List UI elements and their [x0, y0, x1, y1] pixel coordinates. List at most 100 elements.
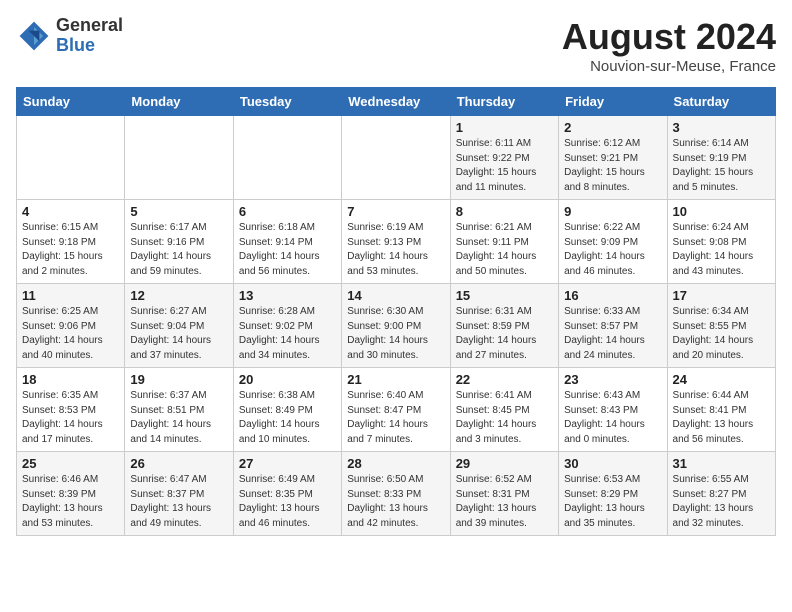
day-number: 25	[22, 456, 119, 471]
day-info: Sunrise: 6:27 AM Sunset: 9:04 PM Dayligh…	[130, 305, 227, 363]
day-info: Sunrise: 6:44 AM Sunset: 8:41 PM Dayligh…	[673, 389, 770, 447]
day-number: 24	[673, 372, 770, 387]
day-info: Sunrise: 6:22 AM Sunset: 9:09 PM Dayligh…	[564, 221, 661, 279]
day-number: 5	[130, 204, 227, 219]
calendar-cell: 5 Sunrise: 6:17 AM Sunset: 9:16 PM Daylig…	[125, 200, 233, 284]
calendar-cell: 4 Sunrise: 6:15 AM Sunset: 9:18 PM Daylig…	[17, 200, 125, 284]
logo-text: General Blue	[56, 16, 123, 56]
calendar-cell: 13 Sunrise: 6:28 AM Sunset: 9:02 PM Dayli…	[233, 284, 341, 368]
day-info: Sunrise: 6:14 AM Sunset: 9:19 PM Dayligh…	[673, 137, 770, 195]
calendar-cell: 23Sunrise: 6:43 AM Sunset: 8:43 PM Dayli…	[559, 368, 667, 452]
calendar-cell: 8Sunrise: 6:21 AM Sunset: 9:11 PM Daylig…	[450, 200, 558, 284]
logo-general: General	[56, 16, 123, 36]
day-header-wednesday: Wednesday	[342, 88, 450, 116]
day-number: 6	[239, 204, 336, 219]
day-info: Sunrise: 6:12 AM Sunset: 9:21 PM Dayligh…	[564, 137, 661, 195]
logo: General Blue	[16, 16, 123, 56]
calendar-cell: 25 Sunrise: 6:46 AM Sunset: 8:39 PM Dayli…	[17, 452, 125, 536]
week-row-1: 1 Sunrise: 6:11 AM Sunset: 9:22 PM Daylig…	[17, 116, 776, 200]
page-header: General Blue August 2024 Nouvion-sur-Meu…	[16, 16, 776, 75]
calendar-cell: 9 Sunrise: 6:22 AM Sunset: 9:09 PM Daylig…	[559, 200, 667, 284]
day-number: 14	[347, 288, 444, 303]
calendar-header: SundayMondayTuesdayWednesdayThursdayFrid…	[17, 88, 776, 116]
logo-icon	[16, 18, 52, 54]
calendar-cell: 11Sunrise: 6:25 AM Sunset: 9:06 PM Dayli…	[17, 284, 125, 368]
week-row-2: 4 Sunrise: 6:15 AM Sunset: 9:18 PM Daylig…	[17, 200, 776, 284]
calendar-cell	[125, 116, 233, 200]
day-info: Sunrise: 6:19 AM Sunset: 9:13 PM Dayligh…	[347, 221, 444, 279]
day-info: Sunrise: 6:11 AM Sunset: 9:22 PM Dayligh…	[456, 137, 553, 195]
calendar-cell: 16 Sunrise: 6:33 AM Sunset: 8:57 PM Dayli…	[559, 284, 667, 368]
calendar-cell: 19 Sunrise: 6:37 AM Sunset: 8:51 PM Dayli…	[125, 368, 233, 452]
day-info: Sunrise: 6:24 AM Sunset: 9:08 PM Dayligh…	[673, 221, 770, 279]
calendar-cell: 31 Sunrise: 6:55 AM Sunset: 8:27 PM Dayli…	[667, 452, 775, 536]
day-number: 15	[456, 288, 553, 303]
calendar-cell	[342, 116, 450, 200]
day-number: 16	[564, 288, 661, 303]
day-header-friday: Friday	[559, 88, 667, 116]
day-info: Sunrise: 6:30 AM Sunset: 9:00 PM Dayligh…	[347, 305, 444, 363]
calendar-cell: 6 Sunrise: 6:18 AM Sunset: 9:14 PM Daylig…	[233, 200, 341, 284]
day-number: 10	[673, 204, 770, 219]
day-info: Sunrise: 6:17 AM Sunset: 9:16 PM Dayligh…	[130, 221, 227, 279]
day-info: Sunrise: 6:18 AM Sunset: 9:14 PM Dayligh…	[239, 221, 336, 279]
calendar-cell: 3Sunrise: 6:14 AM Sunset: 9:19 PM Daylig…	[667, 116, 775, 200]
day-info: Sunrise: 6:35 AM Sunset: 8:53 PM Dayligh…	[22, 389, 119, 447]
day-info: Sunrise: 6:21 AM Sunset: 9:11 PM Dayligh…	[456, 221, 553, 279]
month-year: August 2024	[562, 16, 776, 58]
calendar-cell: 15Sunrise: 6:31 AM Sunset: 8:59 PM Dayli…	[450, 284, 558, 368]
day-number: 22	[456, 372, 553, 387]
day-header-monday: Monday	[125, 88, 233, 116]
day-info: Sunrise: 6:33 AM Sunset: 8:57 PM Dayligh…	[564, 305, 661, 363]
day-number: 26	[130, 456, 227, 471]
day-number: 1	[456, 120, 553, 135]
calendar-cell: 28Sunrise: 6:50 AM Sunset: 8:33 PM Dayli…	[342, 452, 450, 536]
day-info: Sunrise: 6:43 AM Sunset: 8:43 PM Dayligh…	[564, 389, 661, 447]
calendar-cell: 10 Sunrise: 6:24 AM Sunset: 9:08 PM Dayli…	[667, 200, 775, 284]
week-row-4: 18 Sunrise: 6:35 AM Sunset: 8:53 PM Dayli…	[17, 368, 776, 452]
day-info: Sunrise: 6:40 AM Sunset: 8:47 PM Dayligh…	[347, 389, 444, 447]
day-number: 31	[673, 456, 770, 471]
calendar-cell: 17Sunrise: 6:34 AM Sunset: 8:55 PM Dayli…	[667, 284, 775, 368]
calendar-cell: 22Sunrise: 6:41 AM Sunset: 8:45 PM Dayli…	[450, 368, 558, 452]
location: Nouvion-sur-Meuse, France	[562, 58, 776, 75]
day-number: 2	[564, 120, 661, 135]
calendar-cell: 7 Sunrise: 6:19 AM Sunset: 9:13 PM Daylig…	[342, 200, 450, 284]
day-info: Sunrise: 6:38 AM Sunset: 8:49 PM Dayligh…	[239, 389, 336, 447]
day-number: 12	[130, 288, 227, 303]
day-info: Sunrise: 6:15 AM Sunset: 9:18 PM Dayligh…	[22, 221, 119, 279]
day-info: Sunrise: 6:25 AM Sunset: 9:06 PM Dayligh…	[22, 305, 119, 363]
day-number: 29	[456, 456, 553, 471]
day-number: 27	[239, 456, 336, 471]
day-number: 7	[347, 204, 444, 219]
day-header-tuesday: Tuesday	[233, 88, 341, 116]
calendar-table: SundayMondayTuesdayWednesdayThursdayFrid…	[16, 87, 776, 536]
day-info: Sunrise: 6:52 AM Sunset: 8:31 PM Dayligh…	[456, 473, 553, 531]
day-info: Sunrise: 6:55 AM Sunset: 8:27 PM Dayligh…	[673, 473, 770, 531]
day-number: 13	[239, 288, 336, 303]
calendar-cell: 24 Sunrise: 6:44 AM Sunset: 8:41 PM Dayli…	[667, 368, 775, 452]
day-number: 18	[22, 372, 119, 387]
calendar-cell: 29 Sunrise: 6:52 AM Sunset: 8:31 PM Dayli…	[450, 452, 558, 536]
calendar-cell: 12 Sunrise: 6:27 AM Sunset: 9:04 PM Dayli…	[125, 284, 233, 368]
calendar-cell: 27Sunrise: 6:49 AM Sunset: 8:35 PM Dayli…	[233, 452, 341, 536]
day-number: 30	[564, 456, 661, 471]
calendar-cell: 21 Sunrise: 6:40 AM Sunset: 8:47 PM Dayli…	[342, 368, 450, 452]
calendar-body: 1 Sunrise: 6:11 AM Sunset: 9:22 PM Daylig…	[17, 116, 776, 536]
header-row: SundayMondayTuesdayWednesdayThursdayFrid…	[17, 88, 776, 116]
day-number: 19	[130, 372, 227, 387]
day-info: Sunrise: 6:37 AM Sunset: 8:51 PM Dayligh…	[130, 389, 227, 447]
day-number: 4	[22, 204, 119, 219]
week-row-3: 11Sunrise: 6:25 AM Sunset: 9:06 PM Dayli…	[17, 284, 776, 368]
calendar-cell	[233, 116, 341, 200]
day-number: 21	[347, 372, 444, 387]
day-number: 28	[347, 456, 444, 471]
calendar-cell: 2 Sunrise: 6:12 AM Sunset: 9:21 PM Daylig…	[559, 116, 667, 200]
day-number: 9	[564, 204, 661, 219]
calendar-cell: 18 Sunrise: 6:35 AM Sunset: 8:53 PM Dayli…	[17, 368, 125, 452]
calendar-cell: 1 Sunrise: 6:11 AM Sunset: 9:22 PM Daylig…	[450, 116, 558, 200]
day-info: Sunrise: 6:46 AM Sunset: 8:39 PM Dayligh…	[22, 473, 119, 531]
calendar-cell	[17, 116, 125, 200]
day-info: Sunrise: 6:28 AM Sunset: 9:02 PM Dayligh…	[239, 305, 336, 363]
calendar-cell: 26Sunrise: 6:47 AM Sunset: 8:37 PM Dayli…	[125, 452, 233, 536]
